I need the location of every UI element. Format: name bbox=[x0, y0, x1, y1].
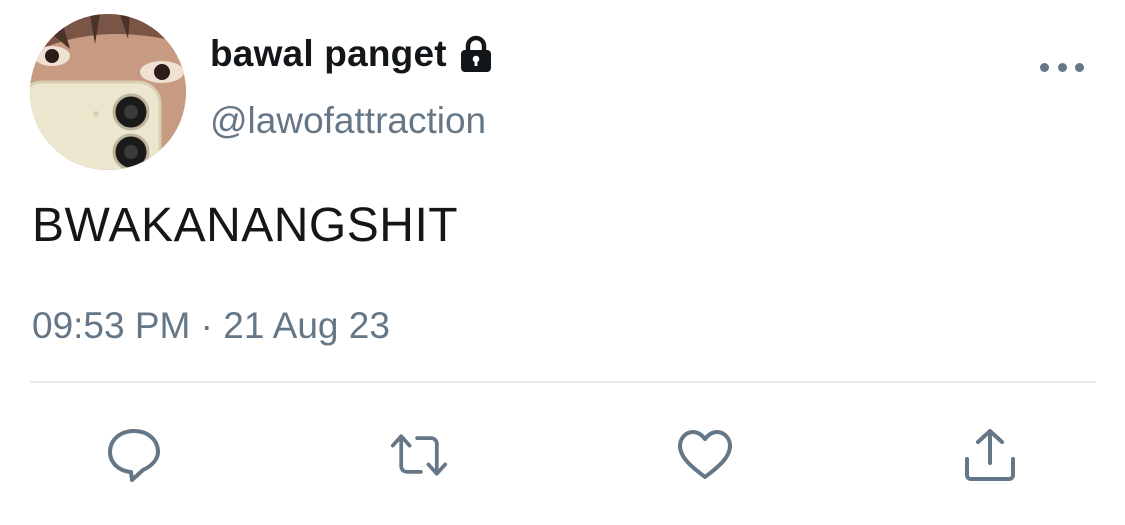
like-button[interactable] bbox=[675, 425, 735, 485]
share-button[interactable] bbox=[960, 425, 1020, 485]
display-name[interactable]: bawal panget bbox=[210, 33, 495, 75]
tweet-card: bawal panget @lawofattraction BWAKANANGS… bbox=[0, 0, 1125, 525]
retweet-icon bbox=[390, 434, 448, 476]
share-icon bbox=[965, 429, 1015, 481]
tweet-timestamp[interactable]: 09:53 PM · 21 Aug 23 bbox=[32, 305, 390, 347]
heart-icon bbox=[678, 430, 732, 479]
more-dot bbox=[1057, 62, 1067, 72]
avatar-image bbox=[30, 14, 186, 170]
avatar[interactable] bbox=[30, 14, 186, 170]
more-options-icon[interactable] bbox=[1040, 55, 1084, 79]
tweet-text: BWAKANANGSHIT bbox=[32, 199, 459, 252]
more-dot bbox=[1040, 62, 1049, 72]
retweet-button[interactable] bbox=[389, 425, 449, 485]
more-dot bbox=[1075, 62, 1084, 72]
divider bbox=[30, 381, 1096, 383]
reply-icon bbox=[108, 429, 160, 482]
reply-button[interactable] bbox=[104, 425, 164, 485]
display-name-text: bawal panget bbox=[210, 33, 447, 74]
user-handle[interactable]: @lawofattraction bbox=[210, 100, 486, 142]
lock-icon bbox=[460, 35, 491, 72]
